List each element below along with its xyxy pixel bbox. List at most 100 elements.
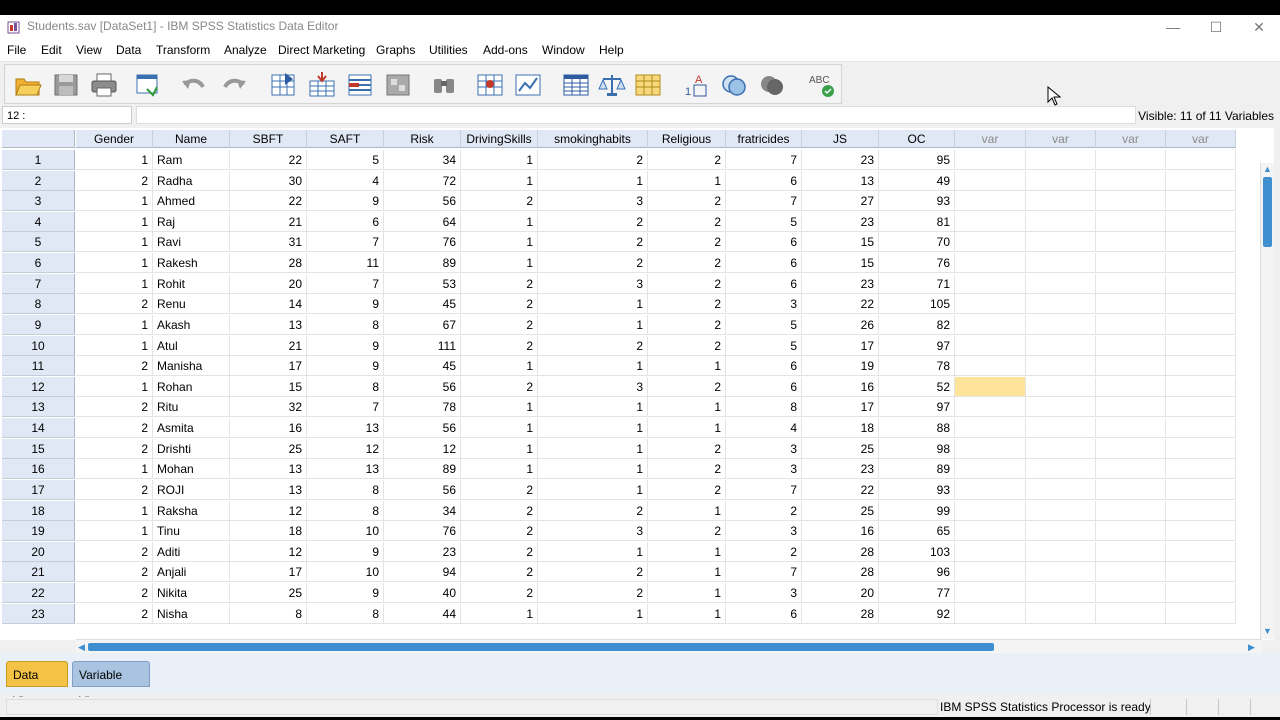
data-cell[interactable]: 3 [538, 191, 648, 211]
data-cell[interactable] [1026, 191, 1096, 211]
data-cell[interactable]: 2 [76, 604, 153, 624]
data-cell[interactable] [1166, 583, 1236, 603]
data-cell[interactable] [1026, 336, 1096, 356]
data-cell[interactable]: 2 [461, 521, 538, 541]
data-cell[interactable] [1096, 294, 1166, 314]
data-cell[interactable]: 2 [648, 521, 726, 541]
data-cell[interactable]: 1 [76, 336, 153, 356]
data-cell[interactable]: 10 [307, 562, 384, 582]
data-cell[interactable]: 13 [307, 418, 384, 438]
data-cell[interactable]: 1 [461, 356, 538, 376]
menu-help[interactable]: Help [599, 43, 624, 57]
data-cell[interactable] [955, 501, 1026, 521]
row-header[interactable]: 18 [2, 501, 75, 521]
data-cell[interactable] [1096, 377, 1166, 397]
horizontal-scroll-thumb[interactable] [88, 643, 994, 651]
data-cell[interactable]: 1 [538, 397, 648, 417]
data-cell[interactable]: 2 [76, 356, 153, 376]
data-cell[interactable]: 3 [538, 274, 648, 294]
data-cell[interactable] [1096, 542, 1166, 562]
data-cell[interactable] [1026, 171, 1096, 191]
data-cell[interactable]: 2 [648, 232, 726, 252]
data-cell[interactable]: 1 [461, 212, 538, 232]
data-cell[interactable]: 1 [76, 521, 153, 541]
data-cell[interactable]: 2 [76, 418, 153, 438]
data-cell[interactable]: Rakesh [153, 253, 230, 273]
redo-icon[interactable] [219, 71, 249, 99]
data-cell[interactable]: 2 [461, 315, 538, 335]
data-cell[interactable]: Akash [153, 315, 230, 335]
horizontal-scrollbar[interactable]: ◀ ▶ [76, 639, 1262, 654]
grid-corner[interactable] [2, 130, 75, 148]
menu-data[interactable]: Data [116, 43, 141, 57]
data-cell[interactable] [955, 459, 1026, 479]
data-cell[interactable]: 1 [461, 418, 538, 438]
data-cell[interactable]: 9 [307, 356, 384, 376]
data-cell[interactable] [1166, 480, 1236, 500]
data-cell[interactable]: 2 [538, 232, 648, 252]
data-cell[interactable]: 3 [538, 377, 648, 397]
data-cell[interactable] [1166, 542, 1236, 562]
data-cell[interactable]: 2 [726, 542, 802, 562]
data-cell[interactable]: 89 [384, 459, 461, 479]
data-cell[interactable]: 18 [802, 418, 879, 438]
column-header-var-4[interactable]: var [1166, 130, 1236, 148]
data-cell[interactable]: 28 [230, 253, 307, 273]
data-cell[interactable]: 2 [76, 439, 153, 459]
data-cell[interactable]: 1 [538, 439, 648, 459]
data-cell[interactable]: 25 [802, 501, 879, 521]
data-cell[interactable]: 4 [307, 171, 384, 191]
row-header[interactable]: 14 [2, 418, 75, 438]
data-cell[interactable]: 1 [648, 418, 726, 438]
data-cell[interactable] [1026, 604, 1096, 624]
data-cell[interactable] [1096, 459, 1166, 479]
data-cell[interactable]: 6 [726, 356, 802, 376]
data-cell[interactable]: 1 [538, 356, 648, 376]
data-cell[interactable]: 1 [648, 171, 726, 191]
data-cell[interactable] [1026, 356, 1096, 376]
data-cell[interactable] [1026, 212, 1096, 232]
data-cell[interactable]: 2 [538, 562, 648, 582]
data-cell[interactable]: 23 [802, 274, 879, 294]
data-cell[interactable]: 8 [307, 315, 384, 335]
data-cell[interactable]: 3 [538, 521, 648, 541]
scroll-up-arrow[interactable]: ▲ [1263, 163, 1272, 175]
row-header[interactable]: 9 [2, 315, 75, 335]
row-header[interactable]: 23 [2, 604, 75, 624]
data-cell[interactable]: Ravi [153, 232, 230, 252]
data-cell[interactable] [1026, 315, 1096, 335]
data-cell[interactable]: 89 [879, 459, 955, 479]
menu-transform[interactable]: Transform [156, 43, 210, 57]
data-cell[interactable]: 72 [384, 171, 461, 191]
data-cell[interactable] [1096, 521, 1166, 541]
data-cell[interactable]: 10 [307, 521, 384, 541]
row-header[interactable]: 3 [2, 191, 75, 211]
data-cell[interactable]: 3 [726, 583, 802, 603]
vertical-scroll-thumb[interactable] [1263, 177, 1272, 247]
save-icon[interactable] [51, 71, 81, 99]
data-cell[interactable] [1026, 583, 1096, 603]
data-cell[interactable] [1166, 562, 1236, 582]
data-cell[interactable]: 2 [726, 501, 802, 521]
data-cell[interactable] [955, 294, 1026, 314]
column-header-fratricides[interactable]: fratricides [726, 130, 802, 148]
data-cell[interactable]: 1 [538, 418, 648, 438]
data-cell[interactable] [1096, 397, 1166, 417]
data-cell[interactable]: 1 [461, 397, 538, 417]
data-cell[interactable]: 44 [384, 604, 461, 624]
data-cell[interactable] [1096, 274, 1166, 294]
data-cell[interactable]: 2 [648, 274, 726, 294]
column-header-js[interactable]: JS [802, 130, 879, 148]
row-header[interactable]: 11 [2, 356, 75, 376]
row-header[interactable]: 7 [2, 274, 75, 294]
data-cell[interactable]: 2 [538, 150, 648, 170]
menu-window[interactable]: Window [542, 43, 585, 57]
data-cell[interactable]: Atul [153, 336, 230, 356]
data-cell[interactable]: 2 [648, 212, 726, 232]
row-header[interactable]: 22 [2, 583, 75, 603]
data-cell[interactable]: 2 [76, 294, 153, 314]
data-cell[interactable]: 12 [230, 501, 307, 521]
data-cell[interactable]: 2 [461, 583, 538, 603]
data-cell[interactable]: 16 [230, 418, 307, 438]
data-cell[interactable]: Raj [153, 212, 230, 232]
